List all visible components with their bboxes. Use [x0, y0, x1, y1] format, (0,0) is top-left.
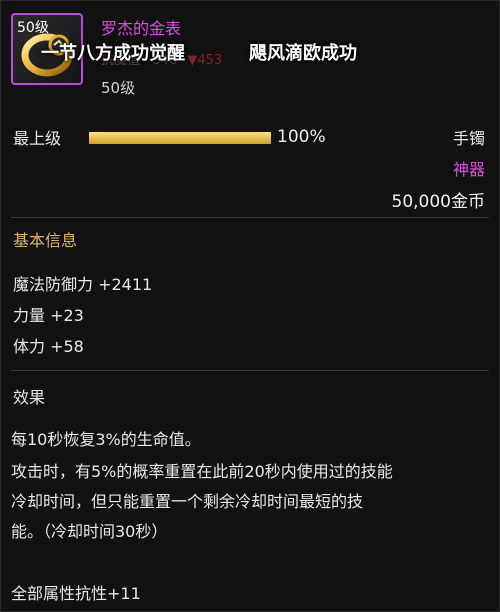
- effect-line: 冷却时间，但只能重置一个剩余冷却时间最短的技: [11, 492, 364, 511]
- item-level-text: 50级: [101, 79, 136, 97]
- item-price: 50,000金币: [391, 192, 485, 212]
- stat-line: 体力 +58: [13, 337, 84, 356]
- effect-line: 每10秒恢复3%的生命值。: [11, 430, 201, 449]
- effect-line: 能。（冷却时间30秒）: [11, 522, 168, 541]
- item-slot: 手镯: [452, 129, 485, 148]
- divider: [11, 217, 489, 218]
- item-name: 罗杰的金表: [101, 19, 182, 38]
- effect-line: 全部属性抗性+11: [11, 584, 141, 603]
- effect-line: 攻击时，有5%的概率重置在此前20秒内使用过的技能: [11, 462, 393, 481]
- grade-label: 最上级: [13, 129, 62, 148]
- grade-progress-text: 100%: [277, 127, 326, 147]
- overlay-caption-right: 飓风滴欧成功: [249, 43, 357, 64]
- grade-progress-bar: [89, 132, 271, 144]
- stat-line: 魔法防御力 +2411: [13, 275, 153, 294]
- item-sub-delta: ▼453: [187, 53, 223, 68]
- effect-title: 效果: [13, 388, 46, 407]
- overlay-caption-left: 一节八方成功觉醒: [41, 43, 185, 64]
- stat-line: 力量 +23: [13, 306, 84, 325]
- divider: [11, 370, 489, 371]
- item-level-badge: 50级: [17, 20, 49, 36]
- item-tooltip: 50级 罗杰的金表 抗魔值 · 346 ▼453 50级 一节八方成功觉醒 飓风…: [0, 0, 500, 612]
- basic-info-title: 基本信息: [13, 231, 78, 250]
- item-rarity: 神器: [452, 160, 485, 179]
- grade-progress-fill: [89, 132, 271, 144]
